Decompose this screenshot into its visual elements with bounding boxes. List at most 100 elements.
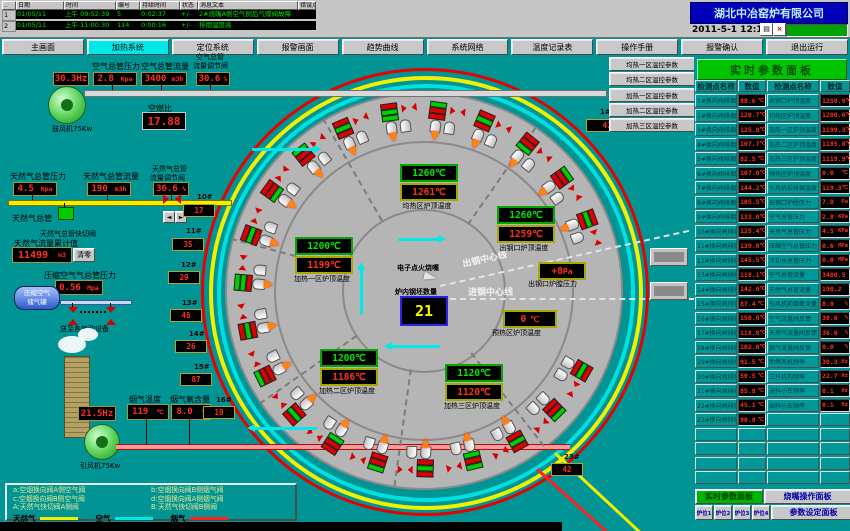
panel-point-value: 30.6% (820, 312, 850, 325)
burner-panel-button[interactable]: 烧嘴操作面板 (764, 489, 850, 504)
gas-pressure-display: 4.5Kpa (13, 182, 57, 196)
rotation-arrow (398, 238, 438, 241)
panel-row: 13#换向阀排烟温度118.1℃空气总管流量3400.5 (695, 268, 850, 281)
valve-tag-label: 16# (216, 396, 232, 404)
air-valve-tap (210, 84, 211, 90)
gas-total-clear-button[interactable]: 清零 (73, 248, 95, 262)
zone-param-button-2[interactable]: 均热二区温控参数 (609, 72, 695, 86)
panel-row: 20#换向阀排烟温度50.5℃三杆机构频率22.7Hz (695, 370, 850, 383)
panel-empty-cell (820, 413, 850, 426)
alarm-cell[interactable]: 5 (116, 10, 140, 19)
alarm-cell[interactable]: 114 (116, 21, 140, 30)
menu-button-5[interactable]: 趋势曲线 (342, 39, 424, 55)
panel-point-value: 45.1℃ (738, 399, 766, 412)
panel-column-header: 检测点名称 (695, 80, 737, 92)
blower-fan-icon (48, 86, 86, 124)
furnace-pos-button-4[interactable]: 炉位4 (752, 505, 770, 520)
menu-button-4[interactable]: 报警画面 (257, 39, 339, 55)
menu-button-8[interactable]: 操作手册 (596, 39, 678, 55)
gas-pressure-label: 天然气总管压力 (10, 171, 66, 182)
alarm-column-header: 状态 (180, 1, 198, 10)
alarm-cell[interactable]: 上午 09:52:39 (64, 10, 116, 19)
alarm-cell[interactable]: +/- (180, 21, 198, 30)
alarm-table[interactable]: ..日期时间编号持续时间状态消息文本错误点101/05/11上午 09:52:3… (2, 1, 316, 32)
panel-point-value: 107.0℃ (738, 167, 766, 180)
alarm-cell[interactable]: 01/05/11 (16, 10, 64, 19)
panel-point-name (695, 428, 737, 441)
alarm-cell[interactable] (298, 10, 316, 19)
menu-button-10[interactable]: 退出运行 (766, 39, 848, 55)
zone-param-button-4[interactable]: 加热二区温控参数 (609, 103, 695, 117)
param-setting-button[interactable]: 参数设定面板 (771, 505, 850, 520)
panel-point-name: 预热区炉顶温度 (767, 167, 819, 180)
panel-row: 19#换向阀排烟温度91.5℃助燃风机频率30.3Hz (695, 355, 850, 368)
comp-air-pressure-display: 0.56Mpa (55, 280, 103, 295)
panel-row: 18#换向阀排烟温度102.0℃烟气流量阀反馈0.0% (695, 341, 850, 354)
alarm-cell[interactable]: 01/05/11 (16, 21, 64, 30)
menu-button-1[interactable]: 主画面 (2, 39, 84, 55)
panel-point-value: 118.1℃ (738, 268, 766, 281)
panel-point-name: 10#换向阀排烟温度 (695, 225, 737, 238)
gas-flow-label: 天然气总管流量 (83, 171, 139, 182)
burner-nozzle-icon (569, 230, 585, 245)
panel-point-value: 1258.9℃ (820, 94, 850, 107)
zone-param-button-1[interactable]: 均热一区温控参数 (609, 57, 695, 71)
menu-button-9[interactable]: 报警确认 (681, 39, 763, 55)
menu-button-2[interactable]: 加热系统 (87, 39, 169, 55)
furnace-pos-button-2[interactable]: 炉位2 (714, 505, 732, 520)
alarm-cell[interactable]: 0:00:16 (140, 21, 180, 30)
zone-param-button-5[interactable]: 加热三区温控参数 (609, 118, 695, 132)
panel-point-value: 190.2 (820, 283, 850, 296)
panel-point-name (767, 471, 819, 484)
charge-door (650, 282, 688, 300)
panel-point-name: 8#换向阀排烟温度 (695, 196, 737, 209)
panel-point-name: 5#换向阀排烟温度 (695, 152, 737, 165)
alarm-cell[interactable]: 排烟温度高 (198, 21, 298, 30)
alarm-cell[interactable]: 上午 11:00:30 (64, 21, 116, 30)
alarm-bell-icon[interactable]: ▤ (760, 23, 773, 36)
gas-flow-display: 190m3h (87, 182, 131, 196)
alarm-cell[interactable]: 2#烧嘴A侧空气侧后气蝶阀故障 (198, 10, 298, 19)
burner-valve-icon (417, 459, 434, 466)
alarm-cell[interactable]: 0:02:37 (140, 10, 180, 19)
alarm-cell[interactable]: 2 (2, 21, 16, 32)
rotation-arrow-head (438, 235, 446, 243)
gas-valve-tap (171, 194, 172, 200)
zone-param-button-3[interactable]: 加热一区温控参数 (609, 88, 695, 102)
zone-actual-display: 1186℃ (320, 368, 378, 386)
realtime-panel-button[interactable]: 实时参数面板 (695, 489, 763, 504)
burner-shutoff-valve-icon (408, 466, 413, 474)
alarm-mute-icon[interactable]: × (773, 23, 786, 36)
burner-valve-icon (416, 471, 433, 478)
valve-tag-value: 10 (203, 406, 235, 419)
furnace-pos-button-3[interactable]: 炉位3 (733, 505, 751, 520)
gas-pipe-label: 天然气总管 (12, 213, 52, 224)
alarm-cell[interactable] (298, 21, 316, 30)
alarm-cell[interactable]: 1 (2, 10, 16, 21)
rotation-arrow (360, 270, 363, 314)
zone-setpoint-display: 1120℃ (445, 364, 503, 382)
burner-shutoff-valve-icon (401, 105, 407, 114)
panel-point-value: 1119.9℃ (820, 152, 850, 165)
panel-point-value: 102.0℃ (738, 341, 766, 354)
panel-point-name: 21#换向阀排烟温度 (695, 384, 737, 397)
air-valve-label-2: 流量调节阀 (193, 61, 228, 71)
panel-point-name (767, 413, 819, 426)
alarm-cell[interactable]: +/- (180, 10, 198, 19)
realtime-parameter-panel: 实时参数面板 检测点名称数值检测点名称数值1#换向阀排烟温度88.6℃出钢口炉顶… (694, 57, 850, 531)
gas-flow-tap (107, 194, 108, 200)
air-pressure-tap (112, 84, 113, 90)
panel-row: 23#换向阀排烟温度90.8℃ (695, 413, 850, 426)
menu-button-6[interactable]: 系统网络 (427, 39, 509, 55)
panel-point-name: 进料小车频率 (767, 384, 819, 397)
bottom-black-bar (0, 522, 562, 531)
furnace-pos-button-1[interactable]: 炉位1 (695, 505, 713, 520)
gas-quick-cut-valve[interactable] (58, 207, 74, 220)
menu-button-7[interactable]: 温度记录表 (511, 39, 593, 55)
legend-media-line (115, 517, 153, 520)
panel-empty-cell (820, 457, 850, 470)
gas-side-a-button[interactable]: ◄ (163, 211, 175, 223)
panel-point-value: 7.8Pa (820, 196, 850, 209)
panel-point-name: 23#换向阀排烟温度 (695, 413, 737, 426)
panel-point-name (695, 457, 737, 470)
